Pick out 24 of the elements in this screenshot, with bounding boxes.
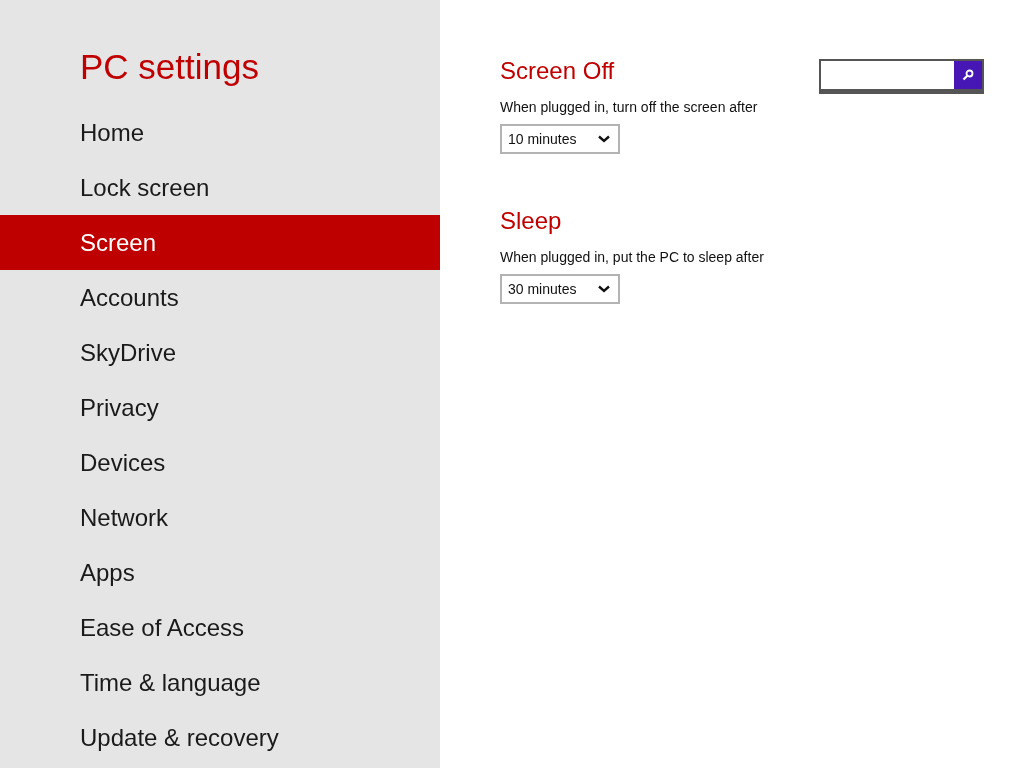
setting-label: When plugged in, put the PC to sleep after xyxy=(500,248,764,266)
section-heading: Screen Off xyxy=(500,56,615,86)
sidebar-item[interactable]: Privacy xyxy=(0,380,440,435)
chevron-down-icon xyxy=(598,285,610,293)
sidebar-item[interactable]: Devices xyxy=(0,435,440,490)
chevron-down-icon xyxy=(598,135,610,143)
sidebar-item[interactable]: Home xyxy=(0,105,440,160)
search-icon xyxy=(962,69,974,81)
sidebar-item[interactable]: SkyDrive xyxy=(0,325,440,380)
setting-label: When plugged in, turn off the screen after xyxy=(500,98,758,116)
search-field[interactable] xyxy=(819,59,984,94)
duration-dropdown[interactable]: 10 minutes xyxy=(500,124,620,154)
sidebar-item[interactable]: Lock screen xyxy=(0,160,440,215)
sidebar-item[interactable]: Ease of Access xyxy=(0,600,440,655)
sidebar-item[interactable]: Screen xyxy=(0,215,440,270)
sidebar-item[interactable]: Accounts xyxy=(0,270,440,325)
search-button[interactable] xyxy=(954,61,982,89)
sidebar-item[interactable]: Update & recovery xyxy=(0,710,440,765)
duration-dropdown[interactable]: 30 minutes xyxy=(500,274,620,304)
section-heading: Sleep xyxy=(500,206,562,236)
sidebar-item[interactable]: Time & language xyxy=(0,655,440,710)
sidebar-item[interactable]: Network xyxy=(0,490,440,545)
page-title: PC settings xyxy=(79,46,260,88)
sidebar-item[interactable]: Apps xyxy=(0,545,440,600)
